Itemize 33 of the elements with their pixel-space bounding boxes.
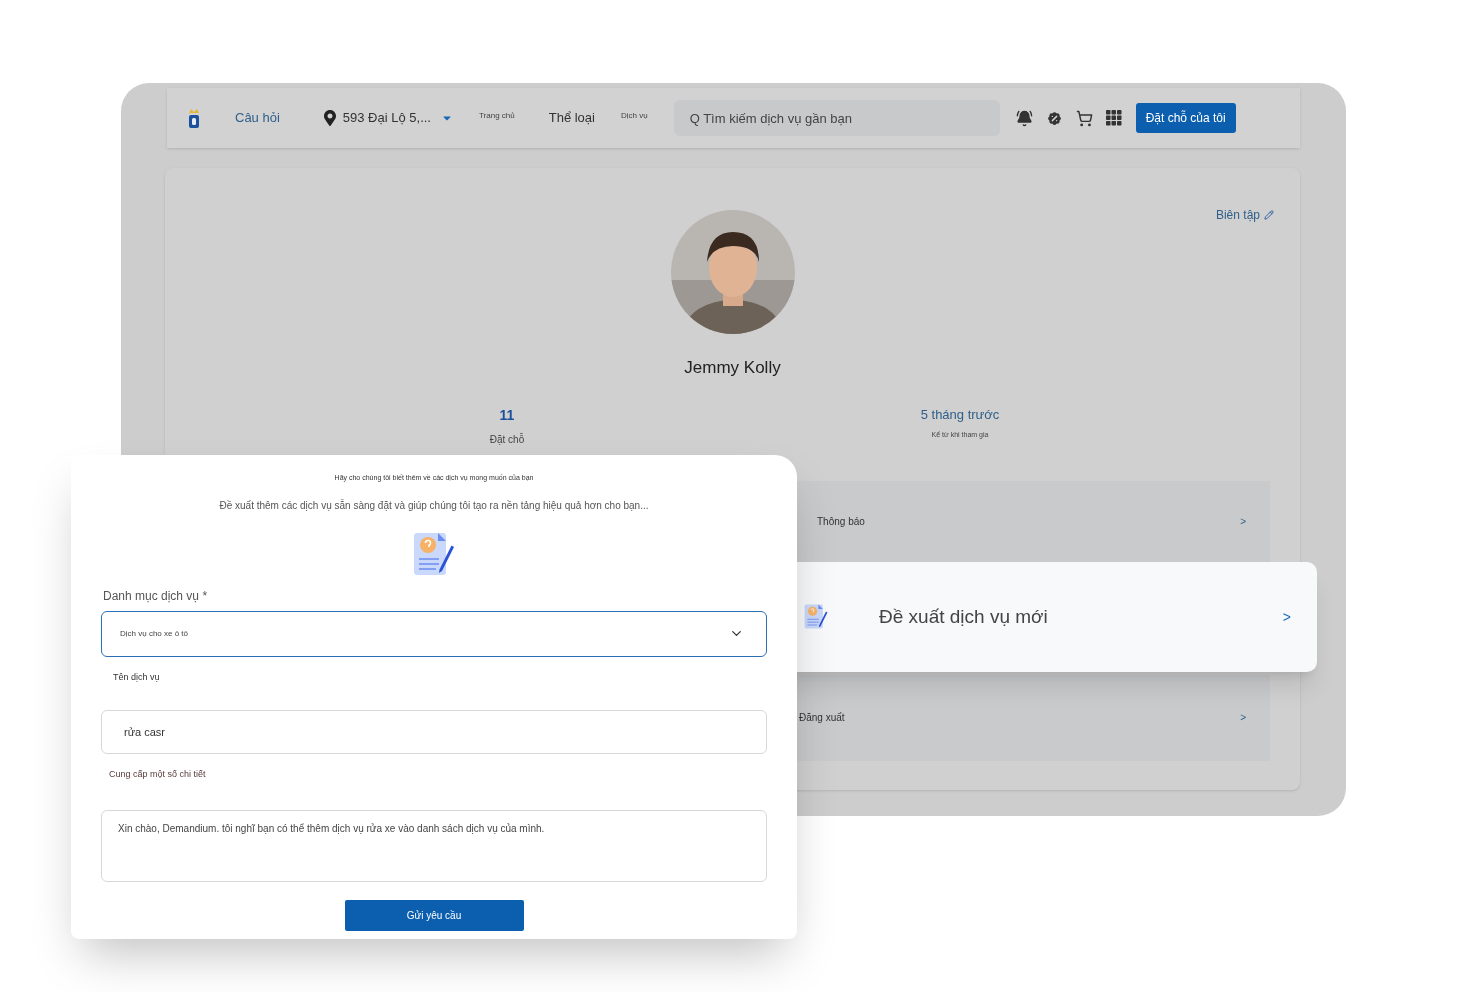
service-name-field[interactable]: rửa casr bbox=[101, 710, 767, 754]
notification-icon[interactable] bbox=[1015, 109, 1033, 127]
logo-icon[interactable] bbox=[187, 107, 201, 129]
menu-row[interactable]: Thông báo > bbox=[797, 480, 1270, 563]
field-label: Tên dịch vụ bbox=[113, 670, 161, 684]
user-name: Jemmy Kolly bbox=[684, 357, 781, 379]
nav-link[interactable]: Trang chủ bbox=[479, 110, 515, 122]
stat-value: 11 bbox=[499, 405, 515, 425]
app-grid-icon[interactable] bbox=[1105, 110, 1122, 126]
chevron-text: > bbox=[1240, 711, 1246, 725]
map-pin-icon bbox=[323, 110, 336, 126]
details-field[interactable]: Xin chào, Demandium. tôi nghĩ bạn có thể thêm dịch vụ rửa xe vào danh sách dịch vụ của mình. bbox=[101, 809, 767, 882]
field-label: Danh mục dịch vụ * bbox=[103, 587, 209, 605]
card-title: Đề xuất dịch vụ mới bbox=[879, 604, 1048, 629]
category-select[interactable]: Dịch vụ cho xe ô tô bbox=[101, 610, 767, 657]
chevron-text: > bbox=[1282, 607, 1291, 627]
nav-link[interactable]: Dịch vụ bbox=[620, 110, 648, 122]
location-selector[interactable]: 593 Đại Lộ 5,... bbox=[342, 108, 431, 128]
search-field[interactable]: Q Tìm kiếm dịch vụ gần bạn bbox=[673, 100, 1000, 136]
form-subtitle: Đề xuất thêm các dịch vụ sẵn sàng đặt và giúp chúng tôi tạo ra nền tảng hiệu quả hơn cho bạn... bbox=[219, 498, 649, 513]
my-bookings-button[interactable]: Đặt chỗ của tôi bbox=[1135, 103, 1236, 133]
stat-value: 5 tháng trước bbox=[920, 405, 1000, 424]
field-label: Cung cấp một số chi tiết bbox=[109, 768, 207, 781]
stat-label: Đặt chỗ bbox=[489, 432, 525, 447]
submit-button[interactable]: Gửi yêu cầu bbox=[344, 899, 524, 931]
pencil-icon bbox=[1264, 210, 1274, 220]
menu-row[interactable]: Đăng xuất > bbox=[797, 674, 1270, 761]
chevron-text: > bbox=[1240, 515, 1246, 529]
cart-icon[interactable] bbox=[1075, 109, 1093, 127]
discount-icon[interactable] bbox=[1045, 109, 1063, 127]
edit-link[interactable]: Biên tập bbox=[1215, 206, 1274, 224]
nav-link[interactable]: Câu hỏi bbox=[235, 108, 280, 128]
nav-link[interactable]: Thể loại bbox=[548, 108, 595, 128]
